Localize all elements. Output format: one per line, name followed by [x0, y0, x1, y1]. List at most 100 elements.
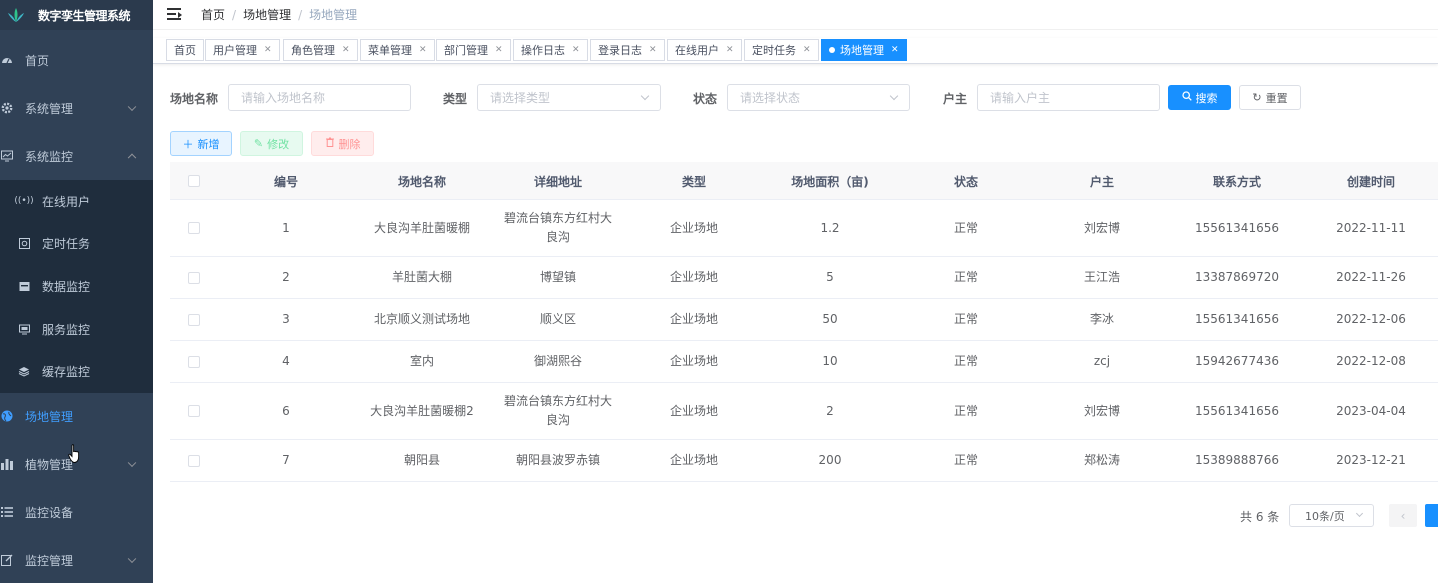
redis-icon: [18, 365, 30, 377]
cell-id: 3: [282, 312, 290, 326]
col-status[interactable]: 状态: [898, 162, 1034, 200]
cell-type: 企业场地: [669, 403, 718, 418]
row-checkbox[interactable]: [188, 222, 200, 234]
sidebar-item-home[interactable]: 首页: [0, 36, 153, 84]
cell-id: 6: [282, 403, 290, 418]
breadcrumb-home[interactable]: 首页: [201, 6, 225, 23]
site-name-input[interactable]: 请输入场地名称: [228, 84, 411, 111]
cell-address: 顺义区: [539, 312, 576, 326]
tags-view: 首页 用户管理 ✕ 角色管理 ✕ 菜单管理 ✕ 部门管理 ✕ 操作日志 ✕ 登录日志 ✕ 在…: [153, 38, 1438, 64]
col-type[interactable]: 类型: [626, 162, 762, 200]
sidebar-item-devices[interactable]: 监控设备: [0, 488, 153, 536]
col-address[interactable]: 详细地址: [490, 162, 626, 200]
tag-home[interactable]: 首页: [166, 39, 204, 61]
cell-owner: 刘宏博: [1083, 403, 1120, 418]
table-row[interactable]: 6 大良沟羊肚菌暖棚2 碧流台镇东方红村大良沟 企业场地 2 正常 刘宏博 155613416…: [170, 383, 1438, 440]
list-icon: [0, 505, 14, 519]
select-all-checkbox[interactable]: [188, 175, 200, 187]
submenu-item-label: 数据监控: [42, 279, 91, 294]
edit-button-label: 修改: [267, 137, 290, 151]
tag-user[interactable]: 用户管理 ✕: [205, 39, 280, 61]
app-title: 数字孪生管理系统: [38, 8, 131, 23]
table-row[interactable]: 2 羊肚菌大棚 博望镇 企业场地 5 正常 王江浩 13387869720 2022-11-26: [170, 257, 1438, 299]
close-icon[interactable]: ✕: [342, 45, 350, 55]
close-icon[interactable]: ✕: [891, 45, 899, 55]
tag-job[interactable]: 定时任务 ✕: [744, 39, 819, 61]
owner-input[interactable]: 请输入户主: [977, 84, 1160, 111]
tag-dept[interactable]: 部门管理 ✕: [436, 39, 511, 61]
table-row[interactable]: 4 室内 御湖熙谷 企业场地 10 正常 zcj 15942677436 2022-12-08: [170, 341, 1438, 383]
cell-select: [170, 299, 218, 340]
tag-role[interactable]: 角色管理 ✕: [283, 39, 358, 61]
current-page-button[interactable]: [1425, 504, 1438, 527]
col-owner[interactable]: 户主: [1034, 162, 1170, 200]
close-icon[interactable]: ✕: [726, 45, 734, 55]
close-icon[interactable]: ✕: [649, 45, 657, 55]
page-size-select[interactable]: 10条/页: [1289, 504, 1374, 527]
close-icon[interactable]: ✕: [495, 45, 503, 55]
close-icon[interactable]: ✕: [419, 45, 427, 55]
sidebar-item-system[interactable]: 系统管理: [0, 84, 153, 132]
submenu-item-cache-monitor[interactable]: 缓存监控: [0, 350, 153, 392]
close-icon[interactable]: ✕: [803, 45, 811, 55]
col-phone[interactable]: 联系方式: [1170, 162, 1304, 200]
monitor-icon: [0, 149, 14, 163]
status-select[interactable]: 请选择状态: [727, 84, 910, 111]
prev-page-button[interactable]: ‹: [1389, 504, 1417, 527]
cell-owner: 刘宏博: [1083, 220, 1120, 235]
owner-label: 户主: [943, 92, 968, 106]
tag-online[interactable]: 在线用户 ✕: [667, 39, 742, 61]
logo[interactable]: 数字孪生管理系统: [0, 0, 153, 30]
submenu-item-data-monitor[interactable]: 数据监控: [0, 265, 153, 307]
cell-id: 4: [282, 354, 290, 368]
col-name[interactable]: 场地名称: [354, 162, 490, 200]
submenu-item-label: 缓存监控: [42, 364, 91, 379]
app-root: 数字孪生管理系统 首页 系统管理 系统监控 ((•)) 在线用户 定时任务 数据…: [0, 0, 1438, 583]
type-label: 类型: [443, 92, 468, 106]
reset-button[interactable]: ↻ 重置: [1239, 85, 1301, 110]
row-checkbox[interactable]: [188, 271, 200, 284]
table-row[interactable]: 3 北京顺义测试场地 顺义区 企业场地 50 正常 李冰 15561341656 2022-12…: [170, 299, 1438, 341]
add-button[interactable]: ＋ 新增: [170, 131, 232, 156]
submenu-item-online-users[interactable]: ((•)) 在线用户: [0, 180, 153, 222]
col-area[interactable]: 场地面积（亩): [762, 162, 898, 200]
tag-menu[interactable]: 菜单管理 ✕: [360, 39, 435, 61]
tag-site-active[interactable]: 场地管理 ✕: [821, 39, 907, 61]
delete-button[interactable]: 删除: [311, 131, 374, 156]
cell-id: 7: [282, 453, 290, 467]
close-icon[interactable]: ✕: [572, 45, 580, 55]
row-checkbox[interactable]: [188, 405, 200, 417]
edit-icon: ✎: [253, 137, 264, 150]
tag-label: 操作日志: [521, 44, 565, 57]
submenu-item-jobs[interactable]: 定时任务: [0, 222, 153, 264]
close-icon[interactable]: ✕: [264, 45, 272, 55]
col-id[interactable]: 编号: [218, 162, 354, 200]
sidebar-item-site[interactable]: 场地管理: [0, 392, 153, 440]
mouse-cursor-icon: [68, 444, 80, 463]
type-placeholder: 请选择类型: [490, 91, 551, 105]
cell-name: 室内: [409, 354, 434, 368]
search-button[interactable]: 搜索: [1168, 85, 1231, 110]
cell-id: 1: [282, 220, 290, 235]
tag-label: 定时任务: [752, 44, 796, 57]
tag-label: 场地管理: [840, 44, 884, 57]
edit-button[interactable]: ✎ 修改: [240, 131, 303, 156]
row-checkbox[interactable]: [188, 454, 200, 467]
tag-logininfor[interactable]: 登录日志 ✕: [590, 39, 665, 61]
submenu-item-server-monitor[interactable]: 服务监控: [0, 308, 153, 350]
col-created[interactable]: 创建时间: [1304, 162, 1438, 200]
search-icon: [1181, 91, 1192, 104]
row-checkbox[interactable]: [188, 355, 200, 368]
table-row[interactable]: 1 大良沟羊肚菌暖棚 碧流台镇东方红村大良沟 企业场地 1.2 正常 刘宏博 15561341…: [170, 200, 1438, 257]
row-checkbox[interactable]: [188, 313, 200, 326]
table-row[interactable]: 7 朝阳县 朝阳县波罗赤镇 企业场地 200 正常 郑松涛 15389888766 2023-1…: [170, 440, 1438, 482]
tag-operlog[interactable]: 操作日志 ✕: [513, 39, 588, 61]
cell-phone: 15561341656: [1195, 220, 1279, 235]
site-name-label: 场地名称: [170, 92, 219, 106]
sidebar-item-monitor-manage[interactable]: 监控管理: [0, 536, 153, 583]
hamburger-icon[interactable]: [167, 7, 183, 22]
sidebar-item-monitor[interactable]: 系统监控: [0, 132, 153, 180]
refresh-icon: ↻: [1252, 91, 1262, 104]
type-select[interactable]: 请选择类型: [477, 84, 661, 111]
cell-area: 50: [822, 312, 838, 326]
